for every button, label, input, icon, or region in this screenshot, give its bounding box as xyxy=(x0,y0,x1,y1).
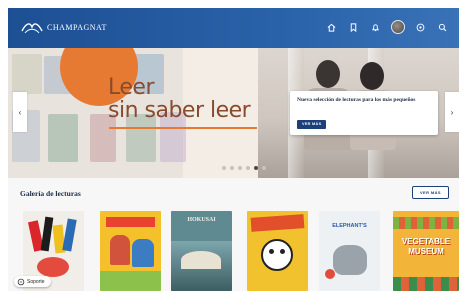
hero-headline: Leer sin saber leer xyxy=(108,75,251,123)
hero-headline-line2: sin saber leer xyxy=(108,98,251,123)
bookmark-icon[interactable] xyxy=(347,21,360,34)
carousel-next-button[interactable]: › xyxy=(445,92,459,132)
home-icon[interactable] xyxy=(325,21,338,34)
logo-text: CHAMPAGNAT xyxy=(47,22,107,32)
logo[interactable]: CHAMPAGNAT xyxy=(20,18,107,38)
hero-see-more-button[interactable]: VER MÁS xyxy=(297,120,327,129)
hero-carousel: Leer sin saber leer Nueva selección de l… xyxy=(8,48,459,178)
book-cover-6-title: VEGETABLE MUSEUM xyxy=(401,237,451,256)
carousel-dot[interactable] xyxy=(222,166,226,170)
top-header: CHAMPAGNAT xyxy=(8,8,459,48)
headline-underline xyxy=(109,127,257,129)
hero-card: Nueva selección de lecturas para los más… xyxy=(290,91,438,135)
gallery-section: Galería de lecturas VER MÁS HOKUSAI ELEP… xyxy=(8,178,459,291)
search-icon[interactable] xyxy=(436,21,449,34)
avatar[interactable] xyxy=(391,20,405,34)
carousel-dot[interactable] xyxy=(230,166,234,170)
notification-icon[interactable] xyxy=(369,21,382,34)
book-cover-4[interactable] xyxy=(247,211,308,291)
hero-headline-line1: Leer xyxy=(108,75,155,100)
chevron-right-icon: › xyxy=(450,107,454,117)
logo-icon xyxy=(21,23,43,34)
carousel-prev-button[interactable]: ‹ xyxy=(13,92,27,132)
book-cover-5-title: ELEPHANT'S xyxy=(332,223,367,229)
book-cover-3-title: HOKUSAI xyxy=(187,217,216,223)
carousel-dot[interactable] xyxy=(246,166,250,170)
book-cover-3[interactable]: HOKUSAI xyxy=(171,211,232,291)
chat-icon xyxy=(17,278,25,285)
hero-card-title: Nueva selección de lecturas para los más… xyxy=(297,97,416,103)
book-cover-6[interactable]: VEGETABLE MUSEUM xyxy=(393,211,459,291)
help-icon[interactable] xyxy=(414,21,427,34)
support-button[interactable]: Soporte xyxy=(14,276,51,287)
carousel-dots xyxy=(222,166,266,170)
carousel-dot[interactable] xyxy=(238,166,242,170)
chevron-left-icon: ‹ xyxy=(18,107,22,117)
gallery-title: Galería de lecturas xyxy=(20,189,81,198)
book-cover-2[interactable] xyxy=(100,211,161,291)
carousel-dot[interactable] xyxy=(254,166,258,170)
support-label: Soporte xyxy=(27,278,45,285)
book-cover-5[interactable]: ELEPHANT'S xyxy=(319,211,380,291)
gallery-see-more-button[interactable]: VER MÁS xyxy=(411,186,449,199)
carousel-dot[interactable] xyxy=(262,166,266,170)
